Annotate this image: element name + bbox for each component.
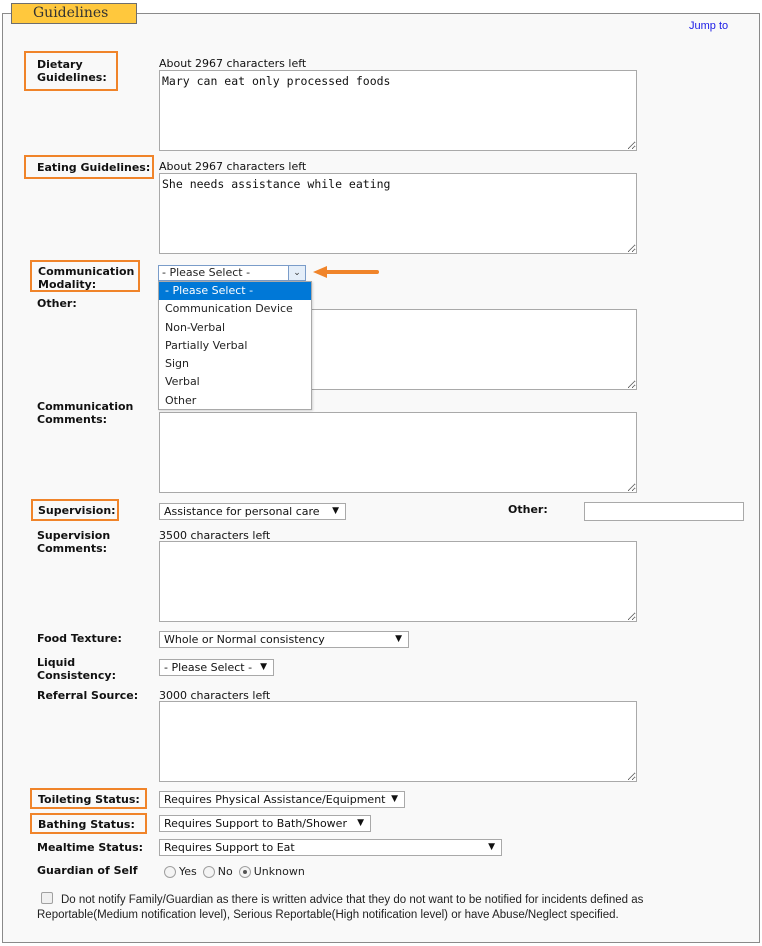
toileting-status-label: Toileting Status: [30, 788, 147, 809]
dropdown-arrow-icon: ▼ [357, 818, 364, 828]
supervision-other-label: Other: [508, 503, 548, 516]
referral-source-textarea[interactable] [159, 701, 637, 782]
supervision-comments-textarea[interactable] [159, 541, 637, 622]
toileting-status-selected: Requires Physical Assistance/Equipment [164, 793, 386, 806]
annotation-arrow-icon [313, 266, 379, 278]
communication-comments-label: Communication Comments: [37, 400, 134, 426]
eating-char-count: About 2967 characters left [159, 160, 307, 173]
dropdown-arrow-icon: ▼ [391, 794, 398, 804]
dietary-guidelines-label: Dietary Guidelines: [24, 51, 118, 91]
guardian-unknown-radio[interactable] [238, 865, 251, 878]
dropdown-arrow-icon: ▼ [260, 662, 267, 672]
liquid-consistency-select[interactable]: - Please Select - ▼ [159, 659, 274, 676]
mealtime-status-label: Mealtime Status: [37, 841, 144, 854]
dropdown-arrow-icon: ▼ [332, 506, 339, 516]
dropdown-option[interactable]: Verbal [159, 373, 311, 391]
dropdown-option[interactable]: Communication Device [159, 300, 311, 318]
communication-modality-label: Communication Modality: [30, 260, 140, 292]
liquid-consistency-selected: - Please Select - [164, 661, 253, 674]
dropdown-option[interactable]: Sign [159, 355, 311, 373]
mealtime-status-selected: Requires Support to Eat [164, 841, 295, 854]
dropdown-option[interactable]: Non-Verbal [159, 319, 311, 337]
supervision-other-input[interactable] [584, 502, 744, 521]
toileting-status-select[interactable]: Requires Physical Assistance/Equipment ▼ [159, 791, 405, 808]
guardian-unknown-label: Unknown [253, 865, 305, 878]
guardian-no-radio[interactable] [202, 865, 215, 878]
supervision-selected: Assistance for personal care [164, 505, 320, 518]
food-texture-label: Food Texture: [37, 632, 122, 645]
dropdown-arrow-icon: ▼ [488, 842, 495, 852]
dietary-char-count: About 2967 characters left [159, 57, 307, 70]
communication-modality-options: - Please Select - Communication Device N… [158, 281, 312, 410]
food-texture-select[interactable]: Whole or Normal consistency ▼ [159, 631, 409, 648]
chevron-down-icon[interactable]: ⌄ [288, 266, 305, 280]
other-label: Other: [37, 297, 77, 310]
guardian-yes-radio[interactable] [164, 865, 176, 878]
supervision-comments-label: Supervision Comments: [37, 529, 111, 555]
food-texture-selected: Whole or Normal consistency [164, 633, 325, 646]
do-not-notify-text: Do not notify Family/Guardian as there i… [37, 894, 644, 921]
supervision-select[interactable]: Assistance for personal care ▼ [159, 503, 346, 520]
jump-to-link[interactable]: Jump to [689, 20, 728, 32]
guardian-no-label: No [217, 865, 233, 878]
eating-guidelines-label: Eating Guidelines: [24, 155, 154, 179]
communication-modality-select[interactable]: - Please Select - ⌄ [158, 265, 306, 281]
liquid-consistency-label: Liquid Consistency: [37, 656, 116, 682]
bathing-status-selected: Requires Support to Bath/Shower [164, 817, 347, 830]
guardian-of-self-radio-group: Yes No Unknown [164, 865, 311, 878]
dropdown-arrow-icon: ▼ [395, 634, 402, 644]
mealtime-status-select[interactable]: Requires Support to Eat ▼ [159, 839, 502, 856]
dietary-guidelines-textarea[interactable] [159, 70, 637, 151]
dropdown-option[interactable]: Partially Verbal [159, 337, 311, 355]
dropdown-option[interactable]: - Please Select - [159, 282, 311, 301]
eating-guidelines-textarea[interactable] [159, 173, 637, 254]
guardian-yes-label: Yes [179, 865, 197, 878]
guardian-of-self-label: Guardian of Self [37, 864, 138, 877]
communication-comments-textarea[interactable] [159, 412, 637, 493]
supervision-label: Supervision: [31, 499, 119, 521]
referral-source-label: Referral Source: [37, 689, 139, 702]
bathing-status-label: Bathing Status: [30, 813, 147, 834]
section-legend: Guidelines [11, 3, 137, 24]
do-not-notify-checkbox[interactable] [41, 892, 53, 904]
bathing-status-select[interactable]: Requires Support to Bath/Shower ▼ [159, 815, 371, 832]
dropdown-option[interactable]: Other [159, 392, 311, 410]
communication-modality-selected: - Please Select - [162, 266, 251, 279]
